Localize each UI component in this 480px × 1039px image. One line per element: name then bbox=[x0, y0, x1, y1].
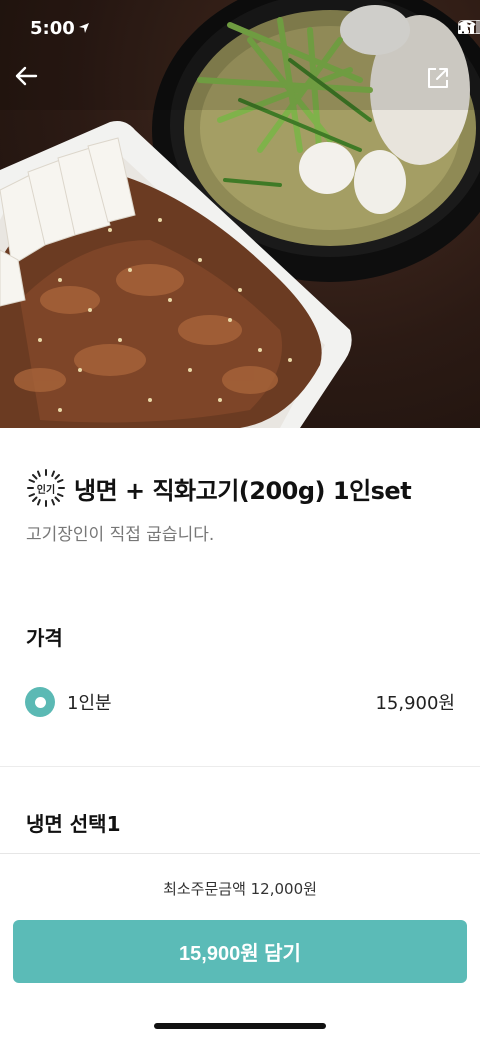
product-photo: 5:00 bbox=[0, 0, 480, 428]
food-illustration bbox=[0, 0, 480, 428]
status-time: 5:00 bbox=[30, 18, 75, 39]
share-icon bbox=[428, 68, 448, 88]
noodle-section-heading: 냉면 선택1 bbox=[26, 812, 121, 836]
add-to-cart-button[interactable]: 15,900원 담기 bbox=[13, 920, 467, 983]
product-title: 냉면 + 직화고기(200g) 1인set bbox=[74, 476, 412, 505]
price-option-label: 1인분 bbox=[67, 693, 112, 714]
price-option-value: 15,900원 bbox=[375, 693, 455, 714]
arrow-left-icon bbox=[15, 66, 38, 86]
section-divider bbox=[0, 766, 480, 767]
share-button[interactable] bbox=[426, 66, 466, 106]
home-indicator bbox=[154, 1023, 326, 1029]
radio-dot bbox=[34, 696, 46, 708]
back-button[interactable] bbox=[14, 66, 54, 106]
min-order-text: 최소주문금액 12,000원 bbox=[163, 880, 317, 898]
location-arrow-icon bbox=[79, 23, 89, 33]
battery-icon bbox=[458, 20, 480, 34]
price-option-row[interactable]: 1인분 15,900원 bbox=[25, 686, 455, 718]
product-subtitle: 고기장인이 직접 굽습니다. bbox=[26, 525, 215, 545]
price-section-heading: 가격 bbox=[26, 626, 63, 650]
radio-selected[interactable] bbox=[25, 687, 55, 717]
popular-badge: 인기 bbox=[26, 468, 66, 508]
status-bar: 5:00 bbox=[0, 0, 480, 58]
product-title-row: 인기 냉면 + 직화고기(200g) 1인set bbox=[26, 468, 412, 508]
bottom-bar: 최소주문금액 12,000원 15,900원 담기 bbox=[0, 853, 480, 1039]
badge-label: 인기 bbox=[36, 484, 56, 496]
